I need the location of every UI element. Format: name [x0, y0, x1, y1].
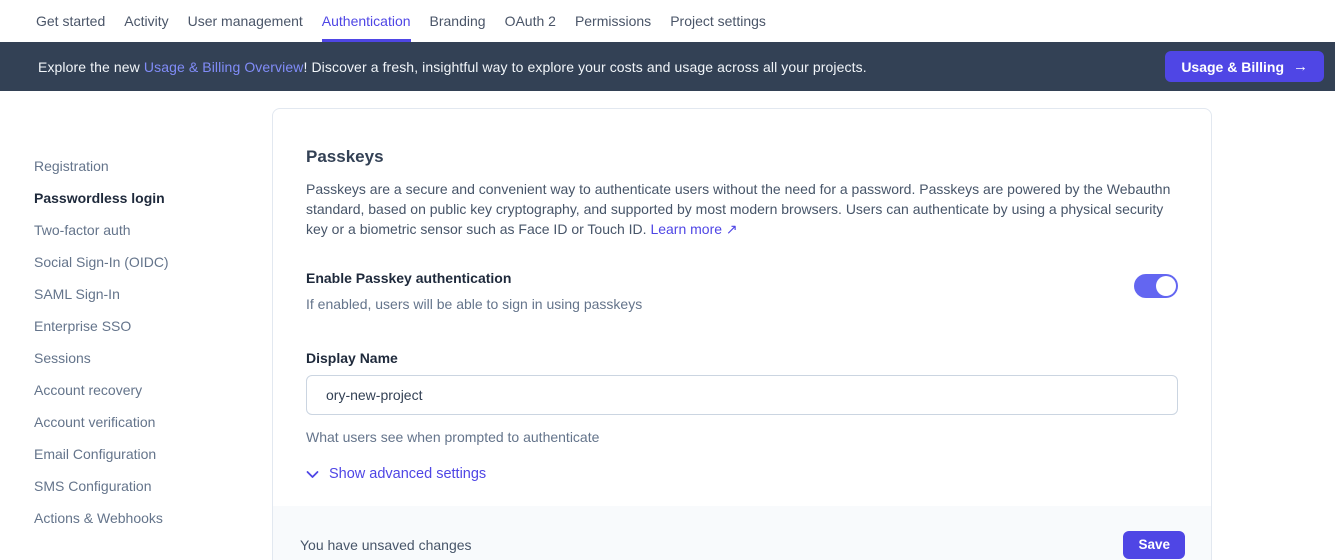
- banner-message: Explore the new Usage & Billing Overview…: [38, 59, 1165, 75]
- learn-more-link[interactable]: Learn more ↗: [650, 221, 737, 237]
- tab-user-management[interactable]: User management: [188, 0, 303, 42]
- passkey-toggle[interactable]: [1134, 274, 1178, 298]
- usage-billing-overview-link[interactable]: Usage & Billing Overview: [144, 59, 304, 75]
- display-name-helper: What users see when prompted to authenti…: [306, 429, 1178, 445]
- display-name-label: Display Name: [306, 350, 1178, 366]
- enable-passkey-description: If enabled, users will be able to sign i…: [306, 296, 642, 312]
- tab-project-settings[interactable]: Project settings: [670, 0, 766, 42]
- tab-activity[interactable]: Activity: [124, 0, 168, 42]
- passkeys-settings-card: Passkeys Passkeys are a secure and conve…: [272, 108, 1212, 560]
- sidebar-item-social-sign-in[interactable]: Social Sign-In (OIDC): [34, 246, 272, 278]
- enable-passkey-texts: Enable Passkey authentication If enabled…: [306, 270, 642, 312]
- tab-authentication[interactable]: Authentication: [322, 0, 411, 42]
- tab-branding[interactable]: Branding: [430, 0, 486, 42]
- sidebar-item-account-recovery[interactable]: Account recovery: [34, 374, 272, 406]
- content-area: Registration Passwordless login Two-fact…: [0, 91, 1335, 560]
- show-advanced-settings-link[interactable]: Show advanced settings: [306, 466, 486, 482]
- external-link-icon: ↗: [726, 221, 738, 237]
- enable-passkey-row: Enable Passkey authentication If enabled…: [306, 270, 1178, 312]
- display-name-input[interactable]: [306, 375, 1178, 415]
- banner-text-before: Explore the new: [38, 59, 144, 75]
- usage-billing-button-label: Usage & Billing: [1181, 59, 1284, 75]
- sidebar-item-sessions[interactable]: Sessions: [34, 342, 272, 374]
- sidebar-item-two-factor-auth[interactable]: Two-factor auth: [34, 214, 272, 246]
- chevron-down-icon: [306, 470, 319, 479]
- sidebar-item-actions-webhooks[interactable]: Actions & Webhooks: [34, 502, 272, 534]
- sidebar-item-passwordless-login[interactable]: Passwordless login: [34, 182, 272, 214]
- unsaved-changes-footer: You have unsaved changes Save: [273, 506, 1211, 560]
- passkeys-description: Passkeys are a secure and convenient way…: [306, 179, 1178, 239]
- show-advanced-settings-label: Show advanced settings: [329, 466, 486, 482]
- usage-billing-button[interactable]: Usage & Billing →: [1165, 51, 1324, 82]
- enable-passkey-label: Enable Passkey authentication: [306, 270, 642, 286]
- sidebar-item-saml-sign-in[interactable]: SAML Sign-In: [34, 278, 272, 310]
- sidebar-item-sms-configuration[interactable]: SMS Configuration: [34, 470, 272, 502]
- page-title: Passkeys: [306, 147, 1178, 167]
- arrow-right-icon: →: [1293, 58, 1308, 75]
- toggle-knob: [1156, 276, 1176, 296]
- tab-get-started[interactable]: Get started: [36, 0, 105, 42]
- top-navigation: Get started Activity User management Aut…: [0, 0, 1335, 42]
- unsaved-changes-status: You have unsaved changes: [300, 537, 472, 553]
- tab-oauth2[interactable]: OAuth 2: [505, 0, 556, 42]
- banner-text-after: ! Discover a fresh, insightful way to ex…: [303, 59, 866, 75]
- announcement-banner: Explore the new Usage & Billing Overview…: [0, 42, 1335, 91]
- sidebar-item-account-verification[interactable]: Account verification: [34, 406, 272, 438]
- settings-sidebar: Registration Passwordless login Two-fact…: [0, 91, 272, 534]
- sidebar-item-registration[interactable]: Registration: [34, 150, 272, 182]
- sidebar-item-enterprise-sso[interactable]: Enterprise SSO: [34, 310, 272, 342]
- tab-permissions[interactable]: Permissions: [575, 0, 651, 42]
- description-text: Passkeys are a secure and convenient way…: [306, 181, 1170, 237]
- save-button[interactable]: Save: [1123, 531, 1185, 559]
- sidebar-item-email-configuration[interactable]: Email Configuration: [34, 438, 272, 470]
